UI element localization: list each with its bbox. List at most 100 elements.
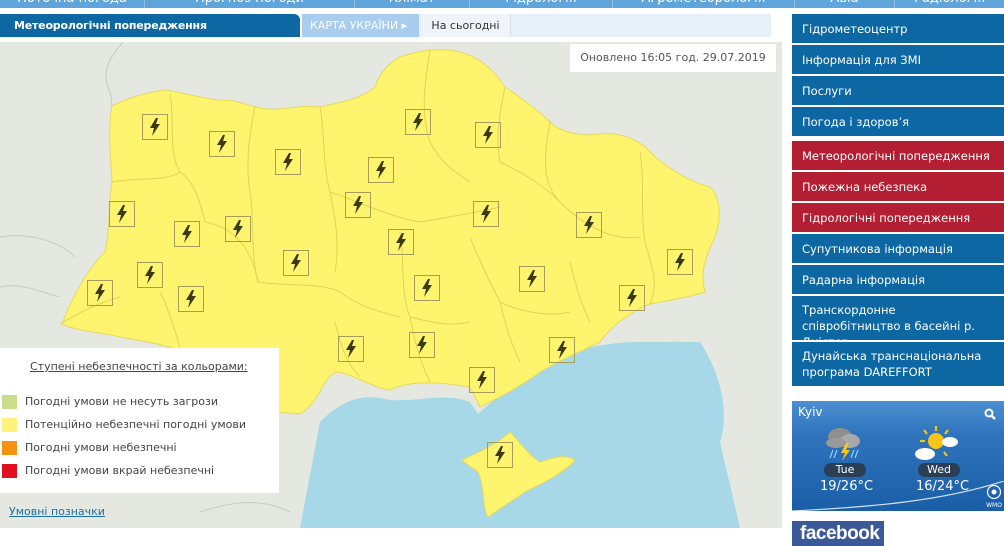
border-line [0, 235, 76, 258]
legend-symbols-link[interactable]: Умовні позначки [9, 505, 105, 518]
thunderstorm-warning-marker[interactable] [178, 286, 204, 312]
lightning-bolt-icon [584, 216, 594, 234]
thunderstorm-warning-marker[interactable] [409, 332, 435, 358]
lightning-bolt-icon [186, 290, 196, 308]
legend-swatch [2, 441, 17, 455]
thunderstorm-warning-marker[interactable] [519, 266, 545, 292]
thunderstorm-warning-marker[interactable] [475, 122, 501, 148]
nav-agrometeorology[interactable]: Агрометеорологія [613, 0, 795, 8]
weather-day-1: Tue [824, 463, 866, 477]
tabs-bar: КАРТА УКРАЇНИ ▸ На сьогодні [302, 14, 771, 37]
lightning-bolt-icon [527, 270, 537, 288]
thunderstorm-warning-marker[interactable] [405, 109, 431, 135]
updated-timestamp: Оновлено 16:05 год. 29.07.2019 [570, 44, 776, 72]
nav-hydrology[interactable]: Гідрологія [470, 0, 613, 8]
lightning-bolt-icon [417, 336, 427, 354]
legend-title: Ступені небезпечності за кольорами: [30, 360, 248, 373]
lightning-bolt-icon [481, 205, 491, 223]
lightning-bolt-icon [291, 254, 301, 272]
lightning-bolt-icon [675, 253, 685, 271]
thunderstorm-warning-marker[interactable] [275, 149, 301, 175]
wmo-logo: WMO [986, 484, 1002, 509]
sidebar-item-dareffort[interactable]: Дунайська транснаціональна програма DARE… [792, 342, 1004, 386]
legend-swatch [2, 418, 17, 432]
sidebar-item-fire-danger[interactable]: Пожежна небезпека [792, 172, 1004, 201]
wmo-emblem-icon [986, 484, 1002, 500]
lightning-bolt-icon [396, 233, 406, 251]
nav-current-weather[interactable]: Поточна погода [0, 0, 145, 8]
tab-today[interactable]: На сьогодні [421, 14, 511, 37]
lightning-bolt-icon [495, 446, 505, 464]
thunderstorm-warning-marker[interactable] [345, 192, 371, 218]
lightning-bolt-icon [117, 205, 127, 223]
lightning-bolt-icon [346, 340, 356, 358]
partly-sunny-icon [915, 426, 958, 460]
lightning-bolt-icon [477, 371, 487, 389]
nav-forecast[interactable]: Прогноз погоди [145, 0, 355, 8]
nav-radiology[interactable]: Радіологія [895, 0, 1004, 8]
lightning-bolt-icon [422, 279, 432, 297]
sidebar-item-services[interactable]: Послуги [792, 76, 1004, 105]
thunderstorm-warning-marker[interactable] [209, 131, 235, 157]
wmo-label: WMO [986, 502, 1002, 509]
weather-widget[interactable]: Kyiv Tue 19/26°C Wed 16/24°C WMO [792, 401, 1004, 511]
sidebar-item-media-info[interactable]: Інформація для ЗМІ [792, 45, 1004, 74]
legend-label: Погодні умови не несуть загрози [25, 395, 218, 408]
thunderstorm-warning-marker[interactable] [576, 212, 602, 238]
thunderstorm-warning-marker[interactable] [549, 337, 575, 363]
legend-swatch [2, 395, 17, 409]
sidebar: Гідрометеоцентр Інформація для ЗМІ Послу… [792, 14, 1004, 388]
sidebar-item-radar[interactable]: Радарна інформація [792, 265, 1004, 294]
sidebar-item-hydro-warnings[interactable]: Гідрологічні попередження [792, 203, 1004, 232]
thunderstorm-warning-marker[interactable] [487, 442, 513, 468]
thunderstorm-warning-marker[interactable] [87, 280, 113, 306]
thunderstorm-warning-marker[interactable] [174, 221, 200, 247]
lightning-bolt-icon [483, 126, 493, 144]
border-line [199, 502, 291, 513]
lightning-bolt-icon [182, 225, 192, 243]
thunderstorm-warning-marker[interactable] [667, 249, 693, 275]
top-nav: Поточна погода Прогноз погоди Клімат Гід… [0, 0, 1004, 8]
thunderstorm-warning-marker[interactable] [338, 336, 364, 362]
nav-aviation[interactable]: Авіа [795, 0, 895, 8]
sidebar-item-meteo-warnings[interactable]: Метеорологічні попередження [792, 141, 1004, 170]
weather-day-2: Wed [918, 463, 960, 477]
lightning-bolt-icon [217, 135, 227, 153]
lightning-bolt-icon [233, 220, 243, 238]
lightning-bolt-icon [376, 161, 386, 179]
sidebar-item-dniester[interactable]: Транскордонне співробітництво в басейні … [792, 296, 1004, 340]
lightning-bolt-icon [145, 266, 155, 284]
lightning-bolt-icon [413, 113, 423, 131]
warnings-map[interactable]: Оновлено 16:05 год. 29.07.2019 Ступені н… [0, 42, 782, 528]
thunderstorm-warning-marker[interactable] [473, 201, 499, 227]
lightning-bolt-icon [627, 289, 637, 307]
weather-city: Kyiv [798, 405, 823, 419]
sidebar-item-weather-health[interactable]: Погода і здоров’я [792, 107, 1004, 136]
sidebar-item-satellite[interactable]: Супутникова інформація [792, 234, 1004, 263]
widget-swoosh [792, 481, 1004, 511]
thunderstorm-warning-marker[interactable] [225, 216, 251, 242]
lightning-bolt-icon [283, 153, 293, 171]
tab-map-of-ukraine[interactable]: КАРТА УКРАЇНИ ▸ [302, 14, 419, 37]
thunderstorm-warning-marker[interactable] [137, 262, 163, 288]
thunderstorm-warning-marker[interactable] [142, 114, 168, 140]
legend-label: Погодні умови небезпечні [25, 441, 177, 454]
nav-climate[interactable]: Клімат [355, 0, 470, 8]
thunderstorm-warning-marker[interactable] [283, 250, 309, 276]
thunderstorm-rain-icon [826, 428, 860, 461]
thunderstorm-warning-marker[interactable] [414, 275, 440, 301]
lightning-bolt-icon [95, 284, 105, 302]
thunderstorm-warning-marker[interactable] [619, 285, 645, 311]
section-title: Метеорологічні попередження [0, 14, 300, 37]
facebook-button[interactable]: facebook [792, 521, 884, 546]
thunderstorm-warning-marker[interactable] [388, 229, 414, 255]
legend-swatch [2, 464, 17, 478]
legend-label: Погодні умови вкрай небезпечні [25, 464, 215, 477]
border-line [0, 285, 61, 298]
thunderstorm-warning-marker[interactable] [368, 157, 394, 183]
thunderstorm-warning-marker[interactable] [109, 201, 135, 227]
lightning-bolt-icon [150, 118, 160, 136]
sidebar-item-hydrometcenter[interactable]: Гідрометеоцентр [792, 14, 1004, 43]
search-icon[interactable] [984, 405, 996, 424]
thunderstorm-warning-marker[interactable] [469, 367, 495, 393]
